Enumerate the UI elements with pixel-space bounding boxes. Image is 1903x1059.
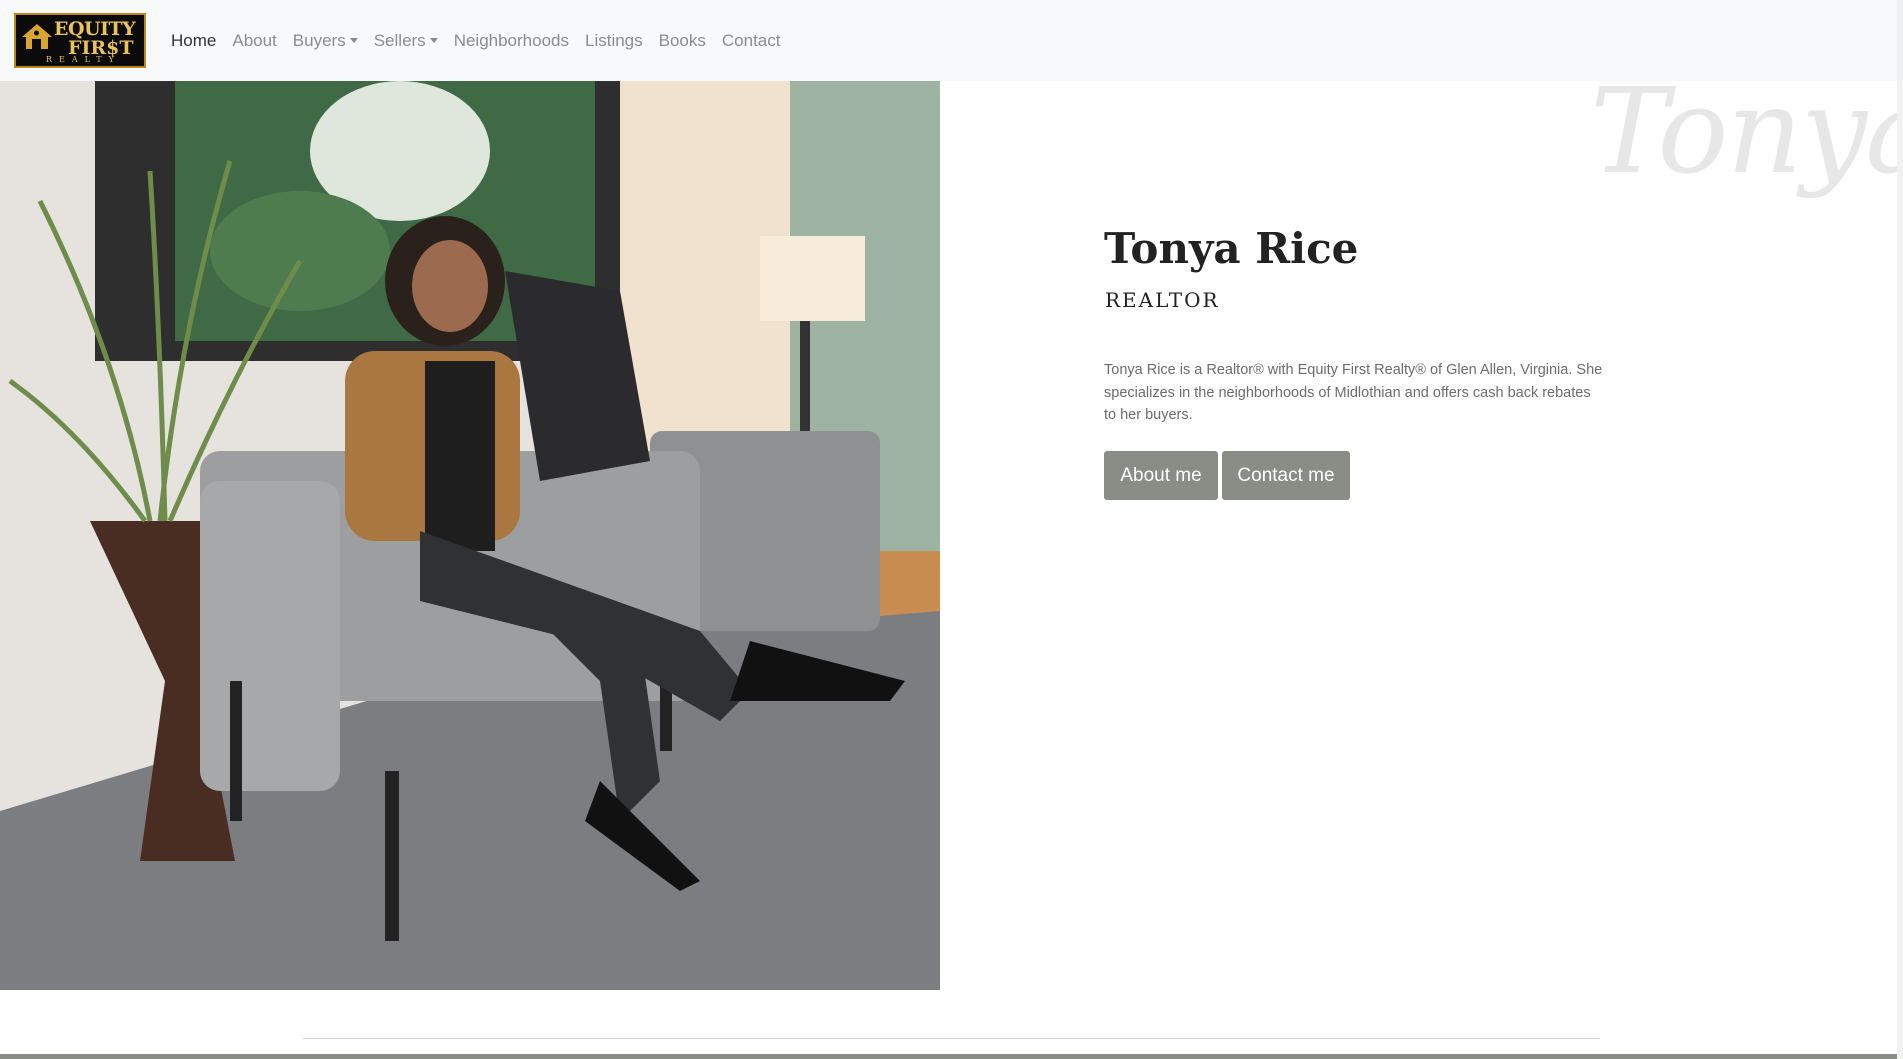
contact-me-button[interactable]: Contact me bbox=[1222, 451, 1350, 500]
nav-menu: Home About Buyers Sellers Neighborhoods … bbox=[163, 0, 788, 81]
nav-sellers-label: Sellers bbox=[373, 30, 426, 50]
about-me-button[interactable]: About me bbox=[1104, 451, 1218, 500]
house-icon bbox=[22, 24, 52, 49]
nav-contact[interactable]: Contact bbox=[714, 31, 789, 51]
nav-about[interactable]: About bbox=[224, 31, 284, 51]
nav-home[interactable]: Home bbox=[163, 31, 224, 51]
nav-sellers-dropdown[interactable]: Sellers bbox=[366, 31, 446, 51]
realtor-portrait-photo bbox=[0, 81, 940, 990]
logo-line-3: REALTY bbox=[46, 55, 121, 64]
signature-watermark: Tonya bbox=[1590, 62, 1903, 200]
nav-neighborhoods[interactable]: Neighborhoods bbox=[446, 31, 577, 51]
realtor-bio: Tonya Rice is a Realtor® with Equity Fir… bbox=[1104, 362, 1603, 423]
realtor-title: REALTOR bbox=[1105, 288, 1220, 312]
equity-first-realty-logo[interactable]: EQUITY FIR$T REALTY bbox=[14, 13, 146, 68]
scrollbar-track[interactable] bbox=[1897, 0, 1903, 1059]
realtor-name-heading: Tonya Rice bbox=[1104, 224, 1359, 273]
nav-books[interactable]: Books bbox=[651, 31, 714, 51]
nav-listings[interactable]: Listings bbox=[577, 31, 651, 51]
caret-down-icon bbox=[349, 37, 358, 43]
footer-band bbox=[0, 1054, 1903, 1059]
section-divider bbox=[303, 1038, 1600, 1039]
caret-down-icon bbox=[429, 37, 438, 43]
nav-buyers-dropdown[interactable]: Buyers bbox=[285, 31, 366, 51]
office-scene-illustration bbox=[0, 81, 940, 990]
nav-buyers-label: Buyers bbox=[292, 30, 346, 50]
